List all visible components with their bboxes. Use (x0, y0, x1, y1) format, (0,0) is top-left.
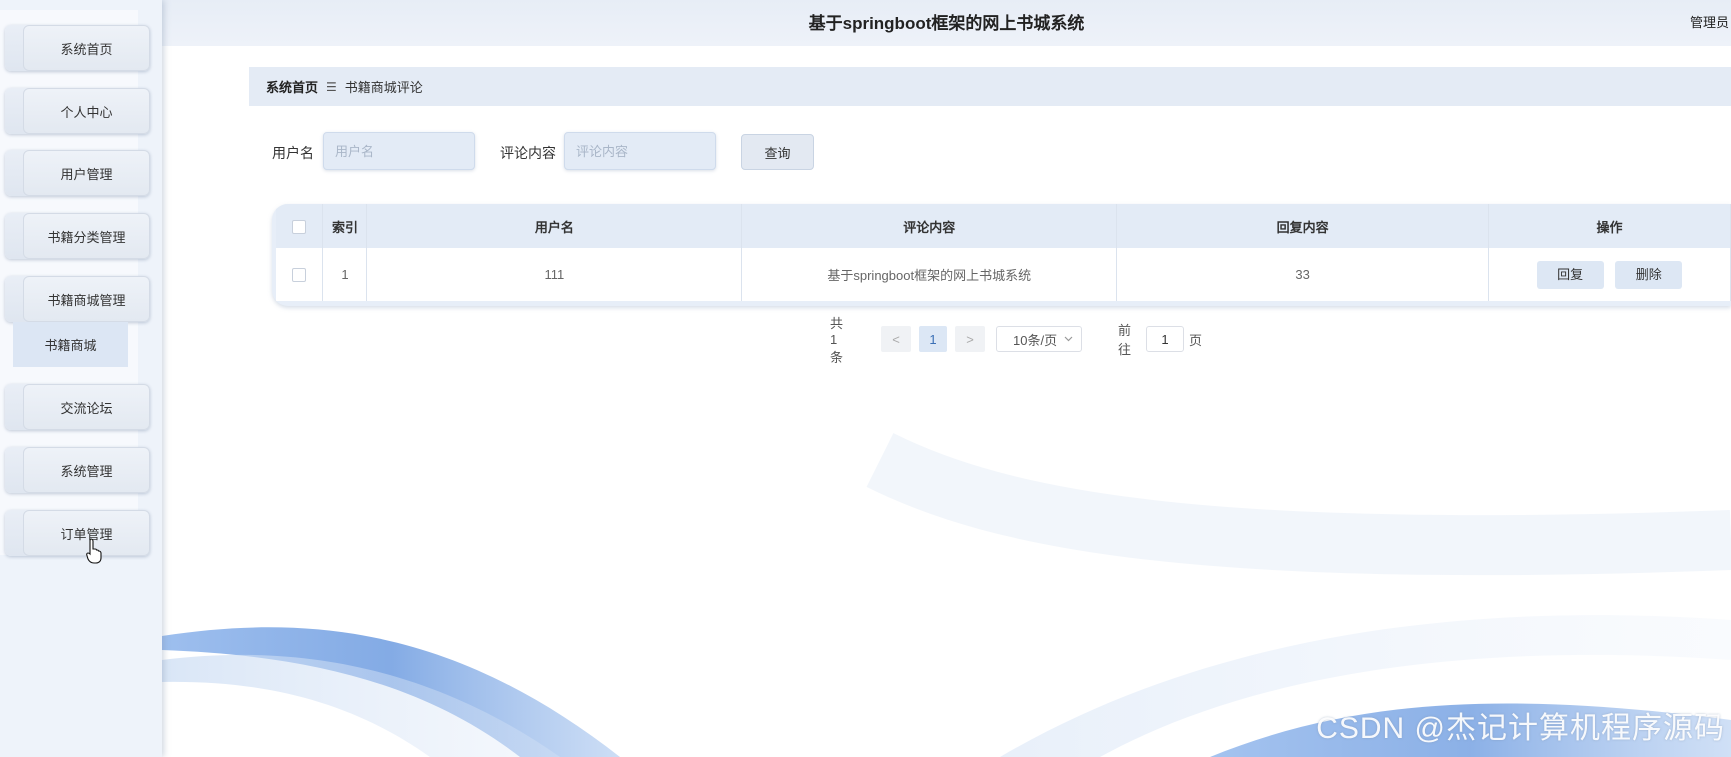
breadcrumb-separator-icon: ☰ (326, 79, 337, 94)
content-label: 评论内容 (500, 145, 556, 161)
prev-page-button[interactable]: < (881, 326, 911, 352)
row-select-cell (276, 248, 324, 301)
select-all-checkbox[interactable] (292, 219, 307, 234)
page-size-value: 10条/页 (1013, 332, 1058, 348)
sidebar-item-label: 系统管理 (23, 447, 150, 493)
breadcrumb-current: 书籍商城评论 (344, 80, 423, 95)
delete-button[interactable]: 删除 (1615, 260, 1683, 289)
cell-index: 1 (322, 248, 368, 301)
cell-reply: 33 (1116, 248, 1490, 301)
sidebar-item-book-categories[interactable]: 书籍分类管理 (5, 213, 150, 259)
sidebar-item-book-store[interactable]: 书籍商城管理 (5, 276, 150, 322)
page-size-select[interactable]: 10条/页 (996, 326, 1082, 352)
sidebar-item-label: 交流论坛 (23, 384, 150, 430)
user-role[interactable]: 管理员 (1690, 12, 1729, 31)
column-header-content: 评论内容 (741, 204, 1118, 248)
sidebar-item-users[interactable]: 用户管理 (5, 150, 150, 196)
cell-username: 111 (366, 248, 743, 301)
column-header-actions: 操作 (1488, 204, 1731, 248)
sidebar-item-label: 个人中心 (23, 88, 150, 134)
column-header-username: 用户名 (366, 204, 743, 248)
comments-table: 索引 用户名 评论内容 回复内容 操作 1 111 基于springboot框架… (272, 204, 1731, 306)
cell-actions: 回复 删除 (1488, 248, 1731, 301)
background-waves (162, 433, 1731, 757)
sidebar-item-home[interactable]: 系统首页 (5, 25, 150, 71)
column-header-index: 索引 (322, 204, 368, 248)
goto-label: 前往 (1118, 323, 1132, 357)
table-row: 1 111 基于springboot框架的网上书城系统 33 回复 删除 (276, 248, 1731, 301)
sidebar-item-label: 系统首页 (23, 25, 150, 71)
sidebar-item-label: 书籍分类管理 (23, 213, 150, 259)
goto-page-input[interactable] (1146, 326, 1184, 352)
table-header-row: 索引 用户名 评论内容 回复内容 操作 (276, 204, 1731, 248)
query-button[interactable]: 查询 (741, 134, 814, 170)
sidebar-item-system[interactable]: 系统管理 (5, 447, 150, 493)
page-number-button[interactable]: 1 (919, 326, 947, 352)
breadcrumb: 系统首页 ☰ 书籍商城评论 (249, 67, 1731, 106)
username-label: 用户名 (272, 145, 314, 161)
reply-button[interactable]: 回复 (1536, 260, 1604, 289)
username-input[interactable] (323, 132, 475, 170)
sidebar-item-label: 用户管理 (23, 150, 150, 196)
row-checkbox[interactable] (292, 268, 307, 283)
next-page-button[interactable]: > (955, 326, 985, 352)
app-title: 基于springboot框架的网上书城系统 (808, 14, 1085, 33)
breadcrumb-home[interactable]: 系统首页 (266, 77, 318, 96)
submenu-item-book-store[interactable]: 书籍商城 (13, 322, 128, 367)
column-header-reply: 回复内容 (1116, 204, 1490, 248)
content-input[interactable] (564, 132, 716, 170)
pagination-total: 共 1 条 (830, 315, 844, 365)
sidebar-item-orders[interactable]: 订单管理 (5, 510, 150, 556)
sidebar-item-profile[interactable]: 个人中心 (5, 88, 150, 134)
watermark-text: CSDN @杰记计算机程序源码 (1316, 712, 1725, 745)
hand-cursor-icon (86, 538, 102, 564)
cell-content: 基于springboot框架的网上书城系统 (741, 248, 1118, 301)
chevron-down-icon (1064, 336, 1073, 342)
top-header: 基于springboot框架的网上书城系统 管理员 (162, 0, 1731, 46)
select-all-cell (276, 204, 324, 248)
sidebar-item-forum[interactable]: 交流论坛 (5, 384, 150, 430)
page-suffix: 页 (1189, 332, 1203, 348)
sidebar: 系统首页 个人中心 用户管理 书籍分类管理 书籍商城管理 书籍商城 交流论坛 系… (0, 0, 162, 757)
sidebar-item-label: 书籍商城管理 (23, 276, 150, 322)
